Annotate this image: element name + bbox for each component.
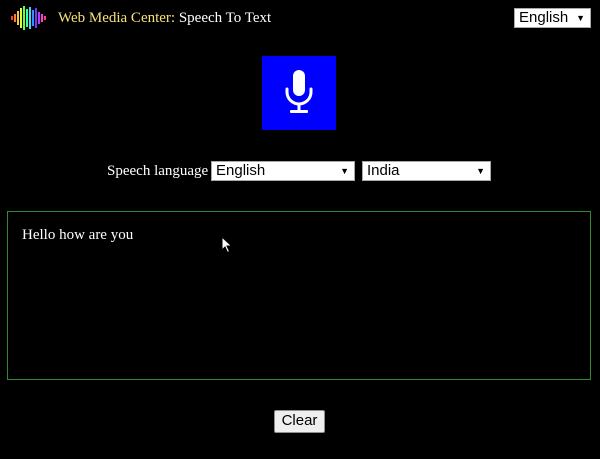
page-name: Speech To Text xyxy=(178,10,272,26)
speech-language-select[interactable]: English ▼ xyxy=(211,161,355,181)
transcript-textarea[interactable]: Hello how are you xyxy=(7,211,591,380)
speech-language-label: Speech language xyxy=(107,163,209,179)
speech-language-value: English xyxy=(216,162,266,179)
dropdown-arrow-icon: ▼ xyxy=(340,166,349,176)
mouse-pointer-icon xyxy=(221,235,233,259)
title-separator: : xyxy=(170,10,176,26)
page-title: Web Media Center: Speech To Text xyxy=(58,9,271,27)
speech-region-value: India xyxy=(367,162,400,179)
speech-region-select[interactable]: India ▼ xyxy=(362,161,491,181)
brand-link[interactable]: Web Media Center xyxy=(58,10,171,26)
dropdown-arrow-icon: ▼ xyxy=(576,13,585,23)
ui-language-value: English xyxy=(519,9,569,26)
clear-button[interactable]: Clear xyxy=(274,410,325,433)
sound-wave-logo-icon xyxy=(10,5,50,31)
dropdown-arrow-icon: ▼ xyxy=(476,166,485,176)
microphone-icon xyxy=(285,70,313,113)
ui-language-select[interactable]: English ▼ xyxy=(514,8,591,28)
microphone-button[interactable] xyxy=(262,56,336,130)
transcript-text: Hello how are you xyxy=(22,227,134,243)
